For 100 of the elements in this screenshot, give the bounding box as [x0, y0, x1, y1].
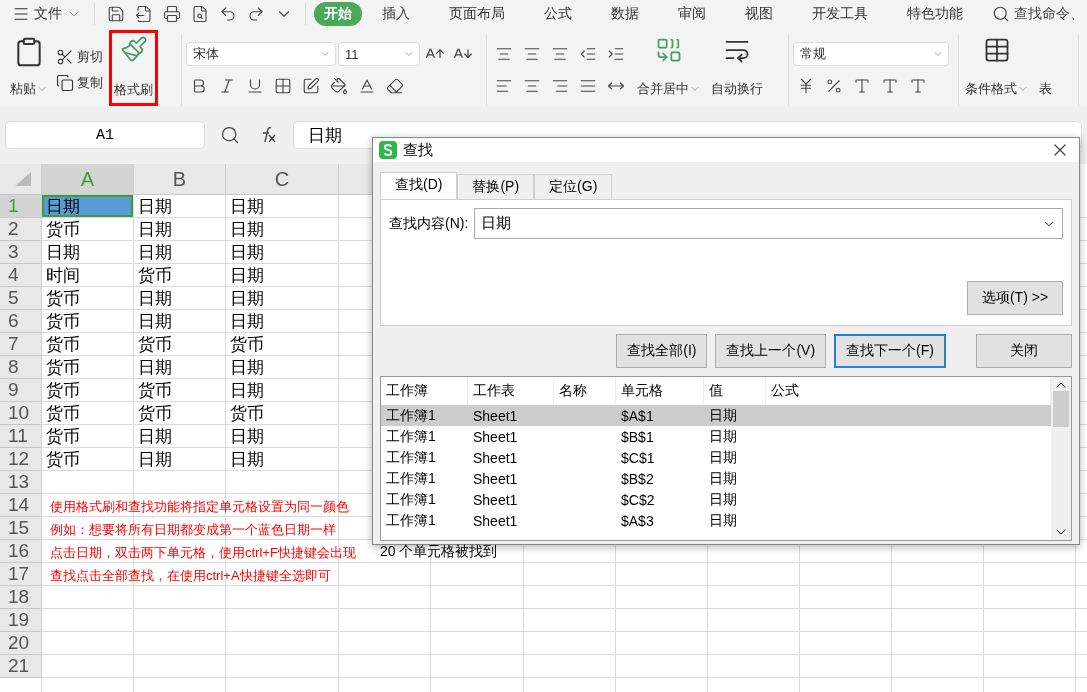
table-cell-text: 货币: [45, 287, 81, 309]
row-header[interactable]: 9: [0, 379, 42, 402]
row-header[interactable]: 20: [0, 632, 42, 655]
conditional-format-button[interactable]: 条件格式: [963, 34, 1031, 106]
scroll-thumb[interactable]: [1053, 390, 1069, 427]
scrollbar[interactable]: [1051, 377, 1071, 540]
options-button[interactable]: 选项(T) >>: [967, 281, 1063, 315]
ribbon-tab[interactable]: 开发工具: [802, 2, 878, 26]
row-header[interactable]: 17: [0, 563, 42, 586]
table-style-button[interactable]: 表: [1037, 34, 1054, 106]
row-header[interactable]: 4: [0, 264, 42, 287]
find-button[interactable]: 查找全部(I): [616, 334, 708, 368]
app-logo-icon: [379, 141, 397, 159]
row-header[interactable]: 14: [0, 494, 42, 517]
ribbon-tab[interactable]: 视图: [735, 2, 783, 26]
row-header[interactable]: 10: [0, 402, 42, 425]
row-header[interactable]: 21: [0, 655, 42, 678]
table-cell-text: 日期: [229, 264, 265, 286]
format-painter-button[interactable]: 格式刷: [109, 30, 158, 106]
dialog-tab[interactable]: 查找(D): [380, 172, 458, 199]
name-box[interactable]: A1: [5, 121, 205, 149]
row-header[interactable]: 11: [0, 425, 42, 448]
status-text: 20 个单元格被找到: [380, 542, 498, 561]
result-cell[interactable]: 工作簿1: [381, 405, 468, 426]
dialog-tab[interactable]: 定位(G): [534, 174, 613, 199]
merge-icon: [655, 36, 683, 64]
table-cell-text: 货币: [137, 333, 173, 355]
result-cell[interactable]: [766, 405, 1051, 426]
row-header[interactable]: 12: [0, 448, 42, 471]
row-header[interactable]: 8: [0, 356, 42, 379]
paintbrush-icon: [119, 35, 148, 63]
file-menu[interactable]: 文件: [8, 5, 86, 23]
table-cell-text: 日期: [229, 218, 265, 240]
row-header[interactable]: 3: [0, 241, 42, 264]
row-header[interactable]: 18: [0, 586, 42, 609]
font-size-select[interactable]: 11: [338, 42, 420, 66]
find-button[interactable]: 查找上一个(V): [715, 334, 827, 368]
row-header[interactable]: 2: [0, 218, 42, 241]
table-cell-text: 日期: [137, 448, 173, 470]
merge-center-button[interactable]: 合并居中: [635, 34, 703, 106]
font-name-select[interactable]: 宋体: [186, 42, 336, 66]
table-cell-text: 日期: [229, 287, 265, 309]
result-cell[interactable]: Sheet1: [468, 405, 554, 426]
result-cell[interactable]: $A$1: [616, 405, 704, 426]
column-header[interactable]: C: [226, 164, 339, 195]
annotation-text: 例如：想要将所有日期都变成第一个蓝色日期一样: [50, 521, 336, 539]
table-cell-text: 日期: [229, 241, 265, 263]
table-cell-text: 日期: [137, 241, 173, 263]
table-cell-text: 货币: [45, 425, 81, 447]
find-field[interactable]: 日期: [474, 208, 1063, 239]
table-cell-text: 日期: [45, 241, 81, 263]
annotation-text: 查找点击全部查找，在使用ctrl+A快捷键全选即可: [50, 567, 331, 585]
wrap-text-button[interactable]: 自动换行: [709, 34, 765, 106]
row-header[interactable]: 6: [0, 310, 42, 333]
table-cell-text: 货币: [45, 310, 81, 332]
table-cell-text: 货币: [45, 448, 81, 470]
table-cell-text: 日期: [137, 425, 173, 447]
row-header[interactable]: 7: [0, 333, 42, 356]
paste-button[interactable]: 粘贴: [8, 34, 50, 106]
table-cell-text: 货币: [45, 333, 81, 355]
table-cell-text: 日期: [137, 310, 173, 332]
find-label: 查找内容(N):: [389, 214, 469, 233]
close-button[interactable]: 关闭: [976, 334, 1072, 368]
command-search[interactable]: 查找命令、: [992, 5, 1084, 23]
table-cell-text: 货币: [45, 218, 81, 240]
table-cell-text: 日期: [229, 356, 265, 378]
ribbon-tab[interactable]: 特色功能: [897, 2, 973, 26]
search-icon: [992, 5, 1010, 23]
table-cell-text: 日期: [229, 310, 265, 332]
table-cell-text: 日期: [229, 425, 265, 447]
table-cell-text: 日期: [229, 448, 265, 470]
result-cell[interactable]: 日期: [704, 405, 766, 426]
table-cell-text: 货币: [45, 402, 81, 424]
number-format-select[interactable]: 常规: [793, 42, 949, 66]
scissors-icon: [56, 48, 74, 66]
table-cell-text: 货币: [137, 264, 173, 286]
table-cell-text: 货币: [229, 333, 265, 355]
table-cell: 日期: [42, 195, 133, 217]
ribbon-tab[interactable]: 插入: [372, 2, 420, 26]
ribbon-tab[interactable]: 数据: [601, 2, 649, 26]
cut-button[interactable]: 剪切: [56, 48, 103, 66]
copy-button[interactable]: 复制: [56, 74, 103, 92]
copy-icon: [56, 74, 74, 92]
ribbon-tab[interactable]: 公式: [534, 2, 582, 26]
dialog-tab[interactable]: 替换(P): [457, 174, 535, 199]
column-header[interactable]: B: [134, 164, 226, 195]
row-header[interactable]: 15: [0, 517, 42, 540]
table-icon: [983, 36, 1011, 64]
table-cell-text: 日期: [229, 379, 265, 401]
table-cell-text: 日期: [137, 218, 173, 240]
row-header[interactable]: 5: [0, 287, 42, 310]
row-header[interactable]: 16: [0, 540, 42, 563]
ribbon-tab[interactable]: 页面布局: [439, 2, 515, 26]
row-header[interactable]: 19: [0, 609, 42, 632]
annotation-text: 点击日期，双击两下单元格，使用ctrl+F快捷键会出现: [50, 544, 356, 562]
table-cell-text: 日期: [137, 195, 173, 217]
find-button[interactable]: 查找下一个(F): [834, 334, 946, 368]
row-header[interactable]: 13: [0, 471, 42, 494]
table-cell-text: 货币: [229, 402, 265, 424]
ribbon-tab[interactable]: 审阅: [668, 2, 716, 26]
